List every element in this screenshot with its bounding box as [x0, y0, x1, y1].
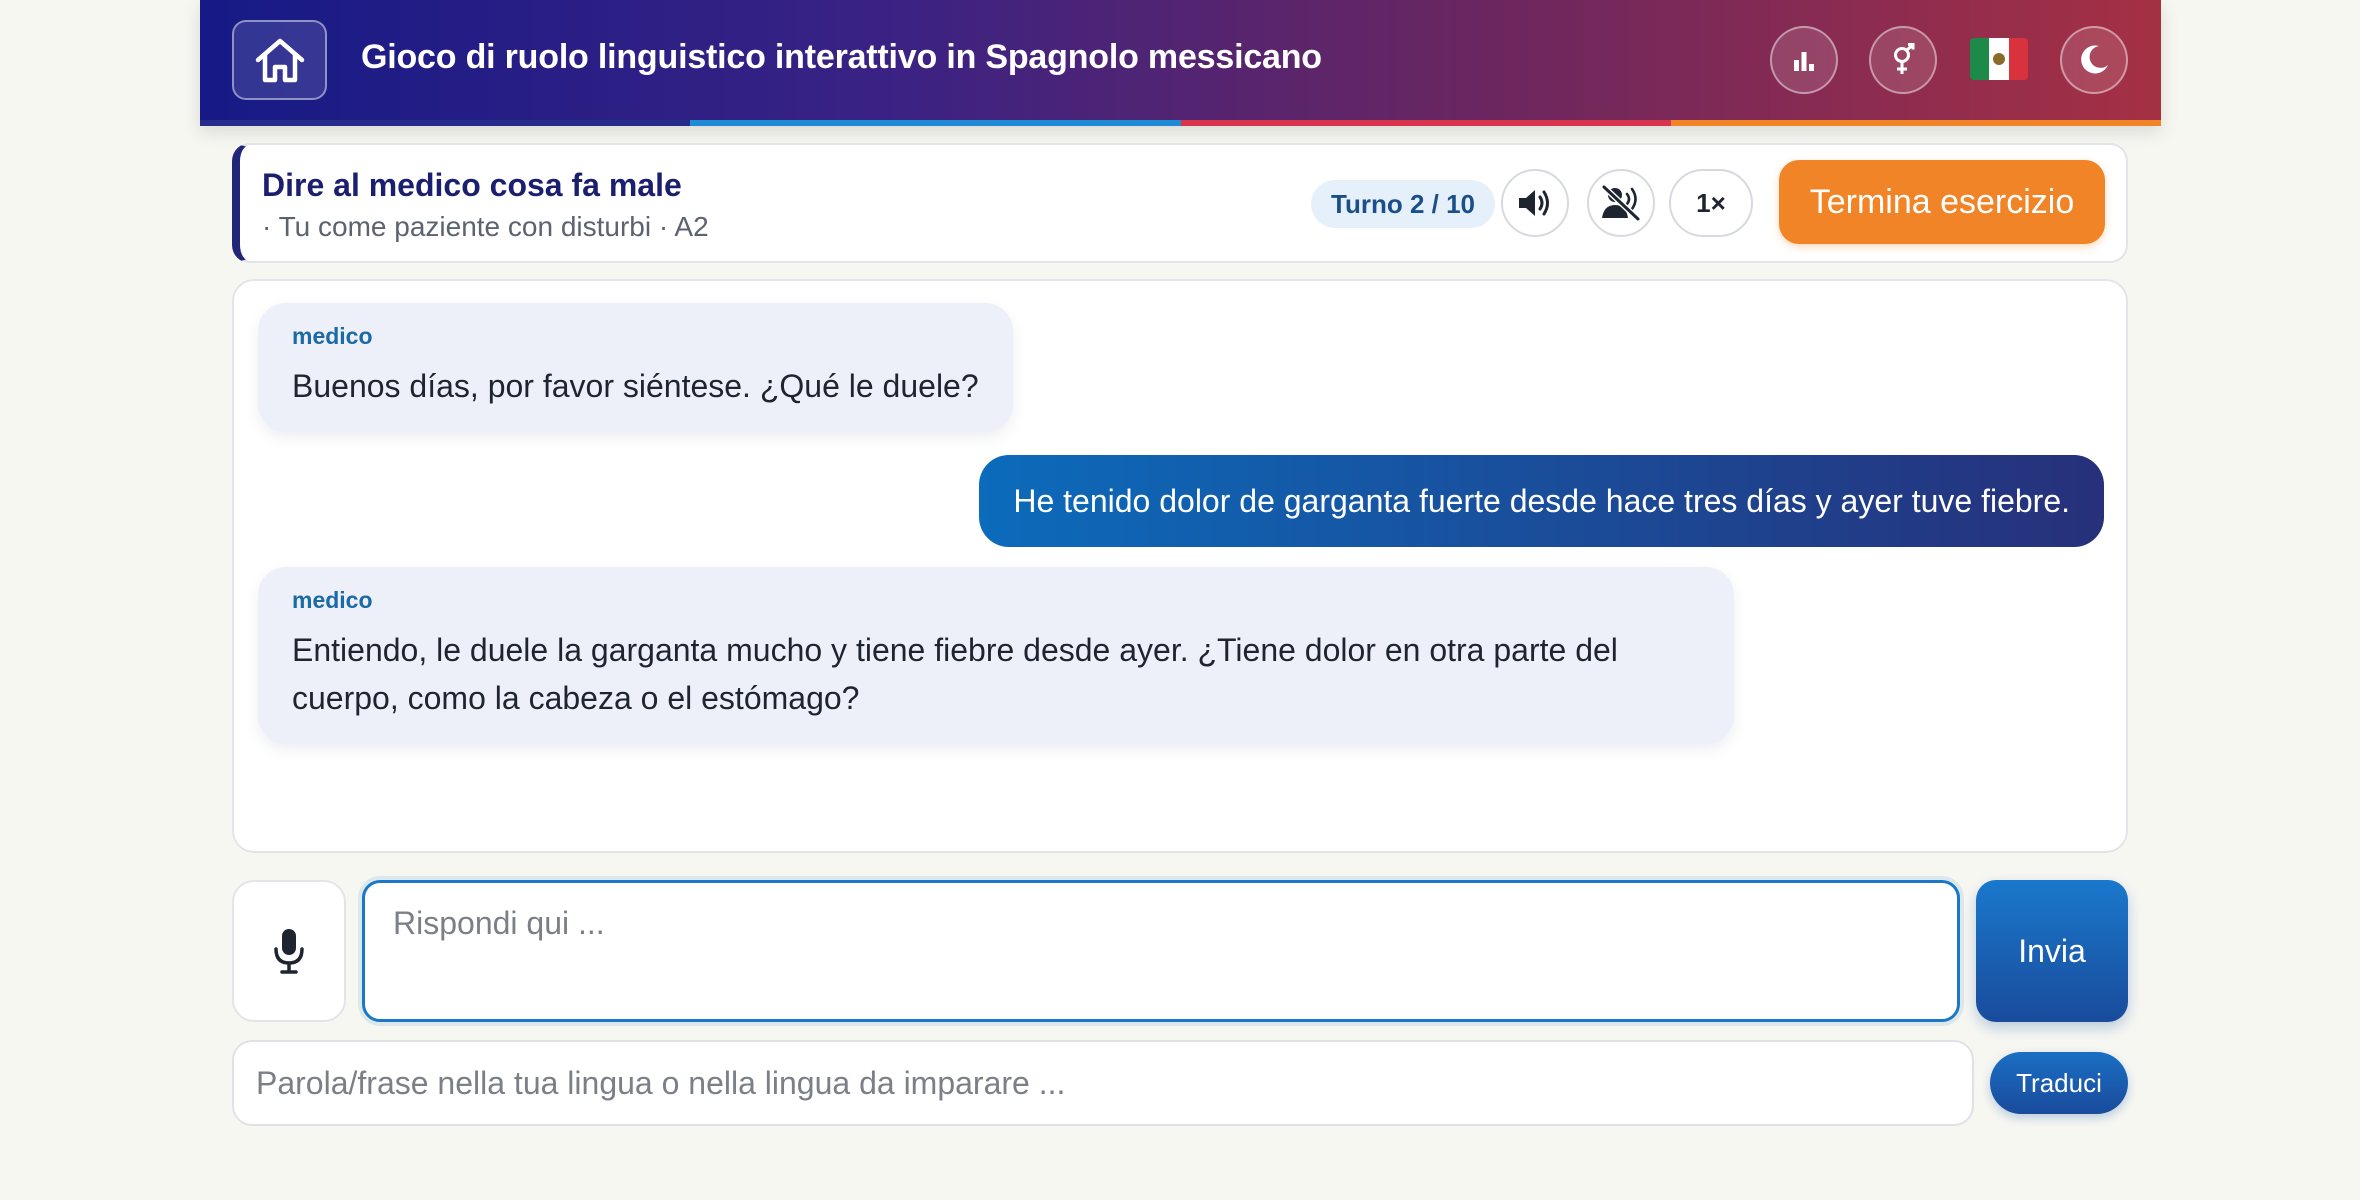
microphone-button[interactable] [232, 880, 346, 1022]
message-outgoing: He tenido dolor de garganta fuerte desde… [979, 455, 2104, 547]
language-flag-button[interactable] [1970, 38, 2028, 80]
volume-icon [1519, 190, 1549, 216]
answer-input[interactable] [362, 880, 1960, 1022]
stats-button[interactable] [1770, 26, 1838, 94]
message-incoming: medico Entiendo, le duele la garganta mu… [258, 567, 1734, 744]
message-text: Entiendo, le duele la garganta mucho y t… [292, 632, 1618, 716]
playback-speed-button[interactable]: 1× [1669, 169, 1753, 237]
header-color-strip [200, 120, 2161, 126]
chat-panel: medico Buenos días, por favor siéntese. … [232, 279, 2128, 853]
translate-input[interactable] [232, 1040, 1974, 1126]
theme-toggle-button[interactable] [2060, 26, 2128, 94]
exercise-controls: 1× Termina esercizio [232, 143, 2128, 263]
message-speaker: medico [292, 587, 373, 613]
voice-off-button[interactable] [1587, 169, 1655, 237]
message-speaker: medico [292, 323, 373, 349]
moon-icon [2081, 45, 2108, 74]
home-button[interactable] [232, 20, 327, 100]
mexico-flag-icon [1989, 38, 2009, 80]
app-title: Gioco di ruolo linguistico interattivo i… [361, 38, 1322, 76]
message-text: Buenos días, por favor siéntese. ¿Qué le… [292, 368, 979, 404]
end-exercise-button[interactable]: Termina esercizio [1779, 160, 2105, 244]
app: Gioco di ruolo linguistico interattivo i… [200, 0, 2161, 1200]
audio-button[interactable] [1501, 169, 1569, 237]
gender-button[interactable] [1869, 26, 1937, 94]
send-button[interactable]: Invia [1976, 880, 2128, 1022]
bar-chart-icon [1794, 52, 1814, 71]
gender-icon [1894, 43, 1915, 74]
message-incoming: medico Buenos días, por favor siéntese. … [258, 303, 1013, 432]
voice-off-icon [1601, 184, 1641, 222]
app-header: Gioco di ruolo linguistico interattivo i… [200, 0, 2161, 126]
translate-button[interactable]: Traduci [1990, 1052, 2128, 1114]
microphone-icon [274, 929, 304, 974]
home-icon [255, 38, 304, 83]
